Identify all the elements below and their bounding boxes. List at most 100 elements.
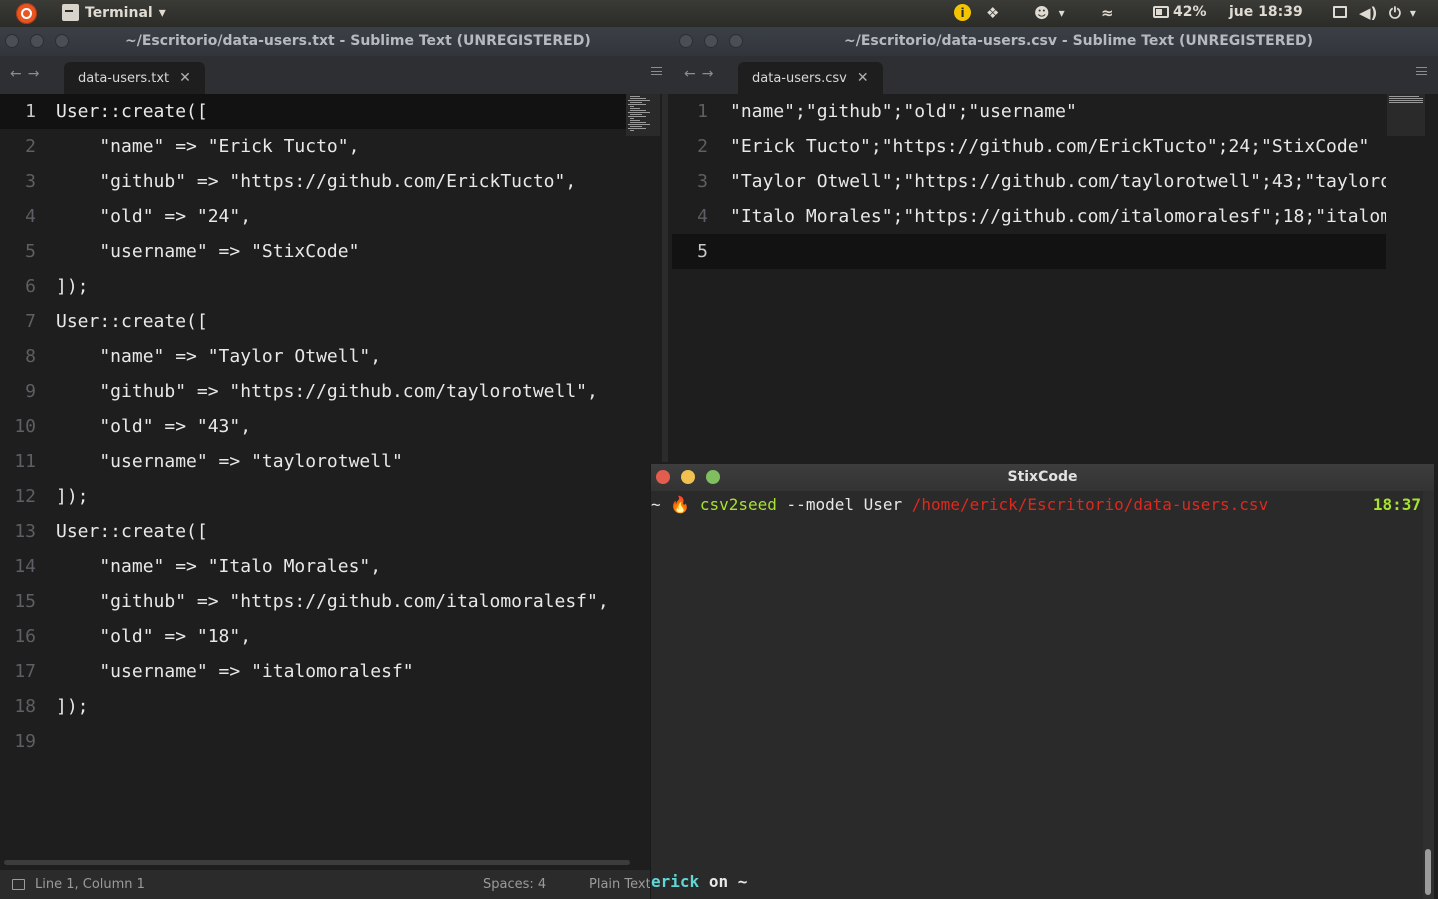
left-window-titlebar[interactable]: ~/Escritorio/data-users.txt - Sublime Te…	[0, 27, 672, 56]
maximize-button[interactable]	[729, 34, 743, 48]
line-number: 6	[25, 276, 36, 297]
volume-indicator[interactable]: ◀)	[1359, 4, 1377, 22]
code-line[interactable]: 8 "name" => "Taylor Otwell",	[0, 339, 626, 374]
terminal-scrollbar[interactable]	[1423, 491, 1434, 899]
code-line[interactable]: 9 "github" => "https://github.com/taylor…	[0, 374, 626, 409]
code-line[interactable]: 4 "old" => "24",	[0, 199, 626, 234]
terminal-title: StixCode	[1007, 469, 1078, 485]
line-text: "username" => "taylorotwell"	[56, 451, 403, 472]
line-text: "Italo Morales";"https://github.com/ital…	[730, 206, 1386, 227]
tab-data-users-csv[interactable]: data-users.csv ✕	[738, 62, 883, 94]
code-line[interactable]: 16 "old" => "18",	[0, 619, 626, 654]
menu-icon[interactable]	[1416, 67, 1427, 75]
power-icon: ⏻	[1389, 4, 1401, 22]
close-icon[interactable]: ✕	[857, 70, 869, 86]
line-number: 16	[14, 626, 36, 647]
line-number: 12	[14, 486, 36, 507]
line-text: User::create([	[56, 311, 208, 332]
code-line[interactable]: 1 User::create([	[0, 94, 626, 129]
line-number: 14	[14, 556, 36, 577]
prompt-on: on	[708, 872, 729, 891]
line-number: 13	[14, 521, 36, 542]
user-status-indicator[interactable]: ☻ ▾	[1034, 4, 1065, 22]
line-text: "old" => "43",	[56, 416, 252, 437]
line-number: 8	[25, 346, 36, 367]
clock[interactable]: jue 18:39	[1229, 4, 1303, 20]
battery-indicator[interactable]: 42%	[1153, 4, 1207, 20]
scrollbar-thumb[interactable]	[1425, 849, 1431, 895]
line-text: "Erick Tucto";"https://github.com/ErickT…	[730, 136, 1370, 157]
code-line[interactable]: 5 "username" => "StixCode"	[0, 234, 626, 269]
line-number: 18	[14, 696, 36, 717]
app-name: Terminal	[85, 4, 153, 21]
code-line[interactable]: 1 "name";"github";"old";"username"	[672, 94, 1386, 129]
terminal-output[interactable]: ~ 🔥 csv2seed --model User /home/erick/Es…	[651, 491, 1423, 899]
info-icon: i	[954, 4, 971, 21]
line-text: User::create([	[56, 521, 208, 542]
close-icon[interactable]: ✕	[179, 70, 191, 86]
line-number: 4	[697, 206, 708, 227]
line-text: "github" => "https://github.com/taylorot…	[56, 381, 598, 402]
nav-arrows-icon[interactable]: ←→	[10, 66, 45, 82]
code-line[interactable]: 11 "username" => "taylorotwell"	[0, 444, 626, 479]
code-line[interactable]: 7 User::create([	[0, 304, 626, 339]
line-text: User::create([	[56, 101, 208, 122]
line-text: "name";"github";"old";"username"	[730, 101, 1077, 122]
line-number: 2	[697, 136, 708, 157]
window-indicator[interactable]	[1333, 6, 1347, 18]
right-tabbar: ←→ data-users.csv ✕	[672, 56, 1438, 94]
command-args: --model User	[786, 495, 903, 514]
close-button[interactable]	[679, 34, 693, 48]
ubuntu-logo-icon[interactable]	[16, 3, 37, 24]
network-indicator[interactable]: ≈	[1101, 4, 1114, 22]
terminal-titlebar[interactable]: StixCode	[651, 464, 1434, 491]
right-minimap[interactable]	[1387, 94, 1425, 136]
prompt-dir: ~	[737, 872, 748, 891]
indentation-setting[interactable]: Spaces: 4	[483, 877, 546, 892]
dropbox-indicator[interactable]: ❖	[986, 4, 999, 22]
code-line[interactable]: 2 "Erick Tucto";"https://github.com/Erick…	[672, 129, 1386, 164]
code-line[interactable]: 3 "Taylor Otwell";"https://github.com/tay…	[672, 164, 1386, 199]
left-window-title: ~/Escritorio/data-users.txt - Sublime Te…	[125, 33, 591, 49]
tab-data-users-txt[interactable]: data-users.txt ✕	[64, 62, 205, 94]
code-line[interactable]: 13 User::create([	[0, 514, 626, 549]
minimize-button[interactable]	[704, 34, 718, 48]
prompt-tilde: ~	[651, 495, 661, 514]
right-window-titlebar[interactable]: ~/Escritorio/data-users.csv - Sublime Te…	[672, 27, 1438, 56]
close-button[interactable]	[5, 34, 19, 48]
line-number: 5	[25, 241, 36, 262]
command-time: 18:37	[1372, 495, 1421, 514]
nav-arrows-icon[interactable]: ←→	[684, 66, 719, 82]
power-indicator[interactable]: ⏻ ▾	[1389, 4, 1416, 22]
code-line[interactable]: 18]);	[0, 689, 626, 724]
maximize-button[interactable]	[55, 34, 69, 48]
code-line[interactable]: 3 "github" => "https://github.com/ErickT…	[0, 164, 626, 199]
info-indicator[interactable]: i	[954, 4, 971, 21]
app-menu[interactable]: Terminal ▾	[62, 4, 166, 21]
code-line[interactable]: 5	[672, 234, 1386, 269]
code-line[interactable]: 10 "old" => "43",	[0, 409, 626, 444]
terminal-window[interactable]: StixCode ~ 🔥 csv2seed --model User /home…	[650, 464, 1434, 899]
shell-prompt: erick on ~	[651, 872, 747, 891]
code-line[interactable]: 15 "github" => "https://github.com/italo…	[0, 584, 626, 619]
line-text: "old" => "18",	[56, 626, 252, 647]
line-text: "username" => "StixCode"	[56, 241, 360, 262]
line-number: 15	[14, 591, 36, 612]
right-code-pane[interactable]: 1 "name";"github";"old";"username" 2 "Erick…	[672, 94, 1386, 464]
code-line[interactable]: 12]);	[0, 479, 626, 514]
code-line[interactable]: 17 "username" => "italomoralesf"	[0, 654, 626, 689]
minimize-button[interactable]	[30, 34, 44, 48]
tab-label: data-users.txt	[78, 70, 170, 86]
left-minimap[interactable]	[626, 94, 660, 136]
syntax-setting[interactable]: Plain Text	[589, 877, 651, 892]
line-number: 3	[697, 171, 708, 192]
code-line[interactable]: 19	[0, 724, 626, 759]
code-line[interactable]: 6]);	[0, 269, 626, 304]
horizontal-scrollbar[interactable]	[4, 860, 630, 865]
code-line[interactable]: 2 "name" => "Erick Tucto",	[0, 129, 626, 164]
menu-icon[interactable]	[651, 67, 662, 75]
code-line[interactable]: 14 "name" => "Italo Morales",	[0, 549, 626, 584]
left-code-pane[interactable]: 1 User::create([2 "name" => "Erick Tucto"…	[0, 94, 626, 870]
code-line[interactable]: 4 "Italo Morales";"https://github.com/ita…	[672, 199, 1386, 234]
panel-toggle-icon[interactable]	[12, 879, 25, 890]
